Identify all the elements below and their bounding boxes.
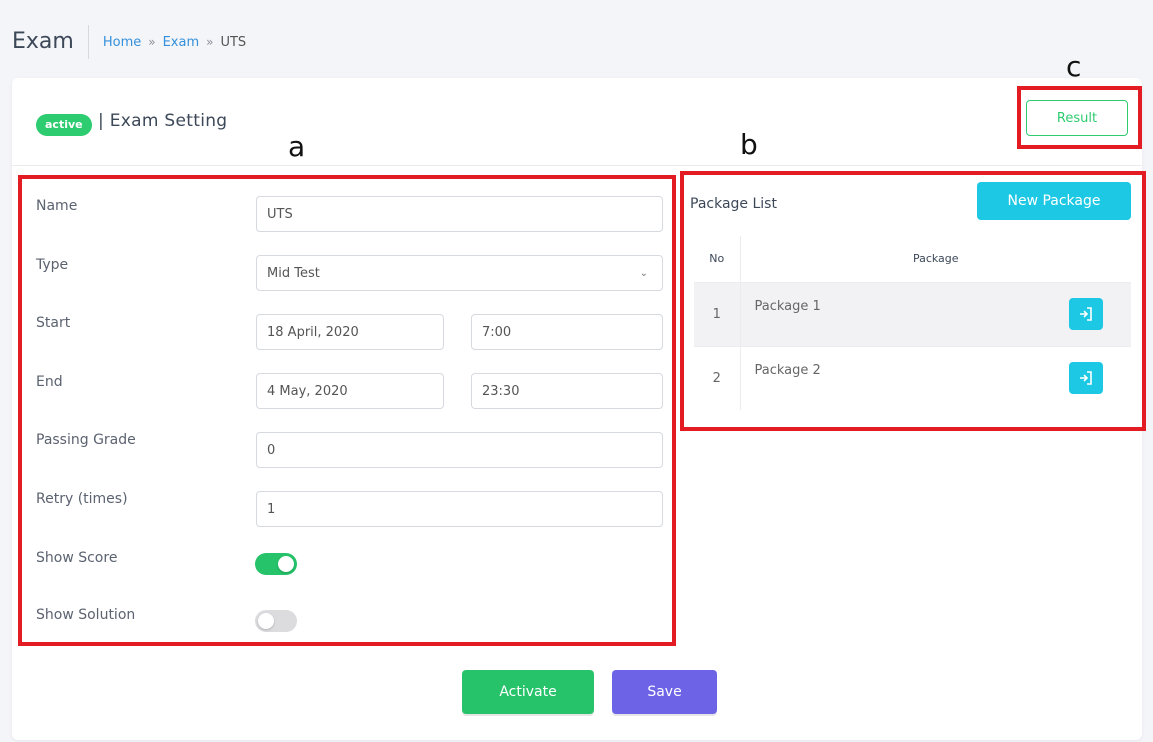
start-time-input[interactable]: 7:00: [471, 314, 663, 350]
show-score-label: Show Score: [36, 550, 118, 566]
type-select[interactable]: Mid Test ⌄: [256, 255, 663, 291]
breadcrumb-exam-link[interactable]: Exam: [163, 35, 200, 50]
end-date-input[interactable]: 4 May, 2020: [256, 373, 444, 409]
type-select-value: Mid Test: [267, 265, 320, 281]
row-action-cell: [961, 345, 1131, 410]
annotation-label-a: a: [288, 130, 306, 163]
column-header-package: Package: [740, 236, 1131, 283]
row-action-cell: [961, 281, 1131, 346]
annotation-label-b: b: [740, 128, 758, 161]
toggle-knob: [258, 613, 274, 629]
annotation-box-c: [1017, 86, 1142, 149]
new-package-button[interactable]: New Package: [977, 182, 1131, 220]
passing-grade-input[interactable]: 0: [256, 432, 663, 468]
open-package-button[interactable]: [1069, 362, 1103, 395]
sign-in-icon: [1080, 307, 1092, 321]
sign-in-icon: [1080, 371, 1092, 386]
end-label: End: [36, 374, 63, 390]
table-row: 1 Package 1: [694, 281, 1131, 346]
page-header: Exam Home » Exam » UTS: [12, 22, 246, 62]
show-solution-label: Show Solution: [36, 607, 136, 623]
toggle-knob: [278, 556, 294, 572]
show-solution-toggle[interactable]: [255, 610, 297, 632]
name-input[interactable]: UTS: [256, 196, 663, 232]
annotation-label-c: c: [1066, 50, 1082, 83]
package-table: No Package 1 Package 1 2 Package 2: [694, 236, 1131, 410]
start-label: Start: [36, 315, 71, 331]
open-package-button[interactable]: [1069, 298, 1103, 330]
show-score-toggle[interactable]: [255, 553, 297, 575]
activate-button[interactable]: Activate: [462, 670, 594, 714]
breadcrumb-separator: »: [206, 35, 214, 49]
row-number: 2: [694, 345, 741, 410]
status-badge: active: [36, 114, 92, 136]
breadcrumb-separator: »: [148, 35, 156, 49]
package-table-header-row: No Package: [694, 236, 1131, 283]
breadcrumb-current: UTS: [220, 34, 247, 50]
start-date-input[interactable]: 18 April, 2020: [256, 314, 444, 350]
name-label: Name: [36, 198, 78, 214]
end-time-input[interactable]: 23:30: [471, 373, 663, 409]
breadcrumb-home-link[interactable]: Home: [103, 35, 141, 50]
table-row: 2 Package 2: [694, 345, 1131, 410]
retry-input[interactable]: 1: [256, 491, 663, 527]
package-name: Package 1: [740, 281, 962, 346]
card-title: | Exam Setting: [98, 111, 228, 131]
row-number: 1: [694, 281, 741, 346]
package-list-title: Package List: [690, 196, 777, 212]
card-header: active | Exam Setting Result: [12, 78, 1142, 166]
breadcrumb: Home » Exam » UTS: [89, 35, 246, 50]
annotation-box-a: [18, 175, 676, 646]
passing-grade-label: Passing Grade: [36, 432, 136, 448]
save-button[interactable]: Save: [612, 670, 717, 714]
page-title: Exam: [12, 25, 89, 59]
retry-label: Retry (times): [36, 491, 128, 507]
package-name: Package 2: [740, 345, 962, 410]
chevron-down-icon: ⌄: [639, 268, 648, 279]
column-header-no: No: [694, 236, 741, 283]
type-label: Type: [36, 257, 69, 273]
